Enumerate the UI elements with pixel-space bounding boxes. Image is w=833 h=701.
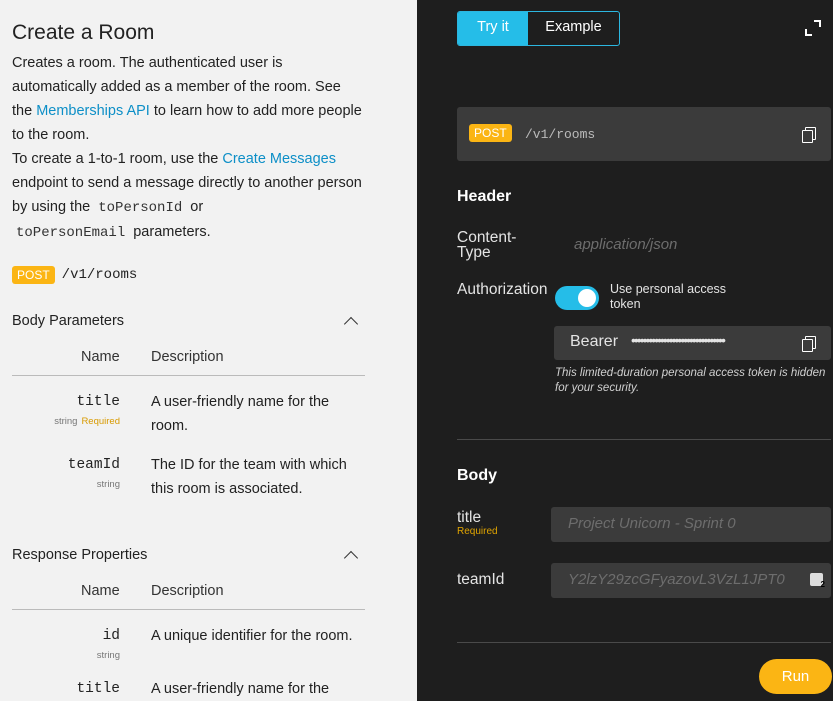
collapse-chevron-icon[interactable] — [345, 549, 357, 561]
expand-icon[interactable] — [805, 20, 821, 36]
docs-panel: Create a Room Creates a room. The authen… — [0, 0, 417, 701]
body-parameters-header[interactable]: Body Parameters — [12, 313, 365, 329]
param-description: The ID for the team with which this room… — [151, 457, 347, 497]
method-badge: POST — [469, 124, 512, 142]
token-hint: This limited-duration personal access to… — [555, 367, 826, 394]
endpoint-path: /v1/rooms — [525, 127, 596, 142]
tab-example[interactable]: Example — [528, 12, 619, 45]
authorization-label: Authorization — [457, 281, 548, 298]
content-type-label: Content-Type — [457, 229, 517, 261]
body-section-title: Body — [457, 467, 497, 484]
copy-icon[interactable] — [802, 127, 816, 143]
content-type-value: application/json — [574, 236, 678, 253]
memberships-api-link[interactable]: Memberships API — [36, 103, 150, 119]
divider — [457, 439, 831, 440]
title-placeholder: Project Unicorn - Sprint 0 — [568, 515, 736, 532]
param-meta: string — [0, 479, 120, 490]
header-section-title: Header — [457, 188, 512, 205]
teamid-placeholder: Y2lzY29zcGFyazovL3VzL1JPT0 — [568, 571, 785, 588]
toggle-label: Use personal access token — [610, 282, 727, 311]
response-properties-header[interactable]: Response Properties — [12, 547, 365, 563]
param-required: Required — [81, 416, 120, 427]
column-header-name: Name — [81, 583, 120, 599]
param-description: A user-friendly name for the room. — [151, 394, 330, 434]
tab-try-it[interactable]: Try it — [458, 12, 528, 45]
run-button[interactable]: Run — [759, 659, 832, 694]
bearer-label: Bearer — [570, 333, 619, 350]
desc-text: or — [186, 199, 204, 215]
column-header-description: Description — [151, 583, 224, 599]
property-type: string — [96, 650, 120, 661]
method-badge: POST — [12, 266, 55, 284]
create-messages-link[interactable]: Create Messages — [222, 151, 336, 167]
property-name: id — [102, 628, 120, 644]
description: Creates a room. The authenticated user i… — [12, 51, 362, 245]
desc-text: parameters. — [129, 224, 211, 240]
property-name: title — [76, 681, 120, 697]
section-title: Body Parameters — [12, 313, 125, 329]
teamid-label: teamId — [457, 571, 505, 588]
endpoint-summary: POST /v1/rooms — [12, 266, 137, 284]
collapse-chevron-icon[interactable] — [345, 315, 357, 327]
section-title: Response Properties — [12, 547, 148, 563]
keyboard-icon[interactable] — [810, 573, 825, 589]
endpoint-path: /v1/rooms — [61, 267, 138, 283]
title-label: title — [457, 509, 482, 526]
column-header-description: Description — [151, 349, 224, 365]
bearer-token-field[interactable]: Bearer •••••••••••••••••••••••••••••••• — [554, 326, 831, 360]
token-mask: •••••••••••••••••••••••••••••••• — [631, 332, 726, 348]
divider — [457, 642, 831, 643]
title-input[interactable]: Project Unicorn - Sprint 0 — [551, 507, 831, 542]
param-type: string — [54, 416, 78, 427]
personal-token-toggle[interactable] — [555, 286, 599, 310]
page-title: Create a Room — [12, 21, 155, 44]
endpoint-box: POST /v1/rooms — [457, 107, 831, 161]
code-to-person-id: toPersonId — [98, 200, 183, 216]
title-required: Required — [457, 526, 498, 537]
property-description: A unique identifier for the room. — [151, 628, 353, 644]
tab-bar: Try it Example — [457, 11, 620, 46]
divider — [12, 375, 365, 376]
copy-icon[interactable] — [802, 336, 816, 352]
code-to-person-email: toPersonEmail — [16, 225, 126, 241]
column-header-name: Name — [81, 349, 120, 365]
teamid-input[interactable]: Y2lzY29zcGFyazovL3VzL1JPT0 — [551, 563, 831, 598]
param-name: teamId — [67, 457, 120, 473]
divider — [12, 609, 365, 610]
param-name: title — [76, 394, 120, 410]
desc-text: To create a 1-to-1 room, use the — [12, 151, 223, 167]
try-it-panel: Try it Example POST /v1/rooms Header Con… — [417, 0, 833, 701]
param-type: string — [96, 479, 120, 490]
property-description: A user-friendly name for the — [151, 681, 330, 697]
param-meta: string Required — [0, 416, 120, 427]
